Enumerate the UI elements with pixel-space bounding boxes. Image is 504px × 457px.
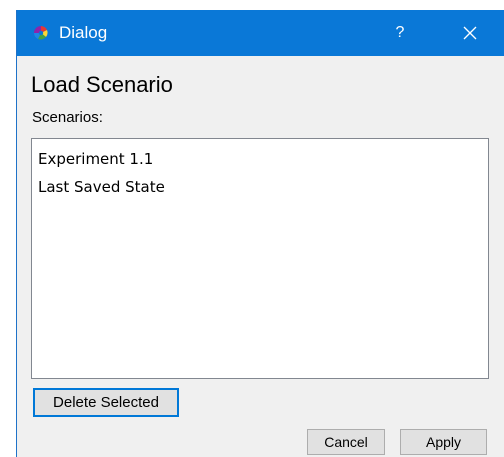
window-title: Dialog: [59, 23, 108, 42]
list-item[interactable]: Experiment 1.1: [32, 145, 488, 173]
scenario-list[interactable]: Experiment 1.1 Last Saved State: [31, 138, 489, 379]
cancel-button[interactable]: Cancel: [307, 429, 385, 455]
title-bar[interactable]: Dialog ?: [17, 10, 504, 56]
dialog-window: Dialog ? Load Scenario Scenarios: Experi…: [16, 10, 504, 457]
app-logo-icon: [34, 26, 48, 40]
close-icon: [463, 26, 477, 40]
delete-selected-button[interactable]: Delete Selected: [33, 388, 179, 417]
list-item[interactable]: Last Saved State: [32, 173, 488, 201]
close-button[interactable]: [447, 10, 493, 56]
dialog-heading: Load Scenario: [31, 72, 173, 97]
help-button[interactable]: ?: [383, 10, 417, 56]
apply-button[interactable]: Apply: [400, 429, 487, 455]
scenarios-label: Scenarios:: [32, 109, 103, 126]
